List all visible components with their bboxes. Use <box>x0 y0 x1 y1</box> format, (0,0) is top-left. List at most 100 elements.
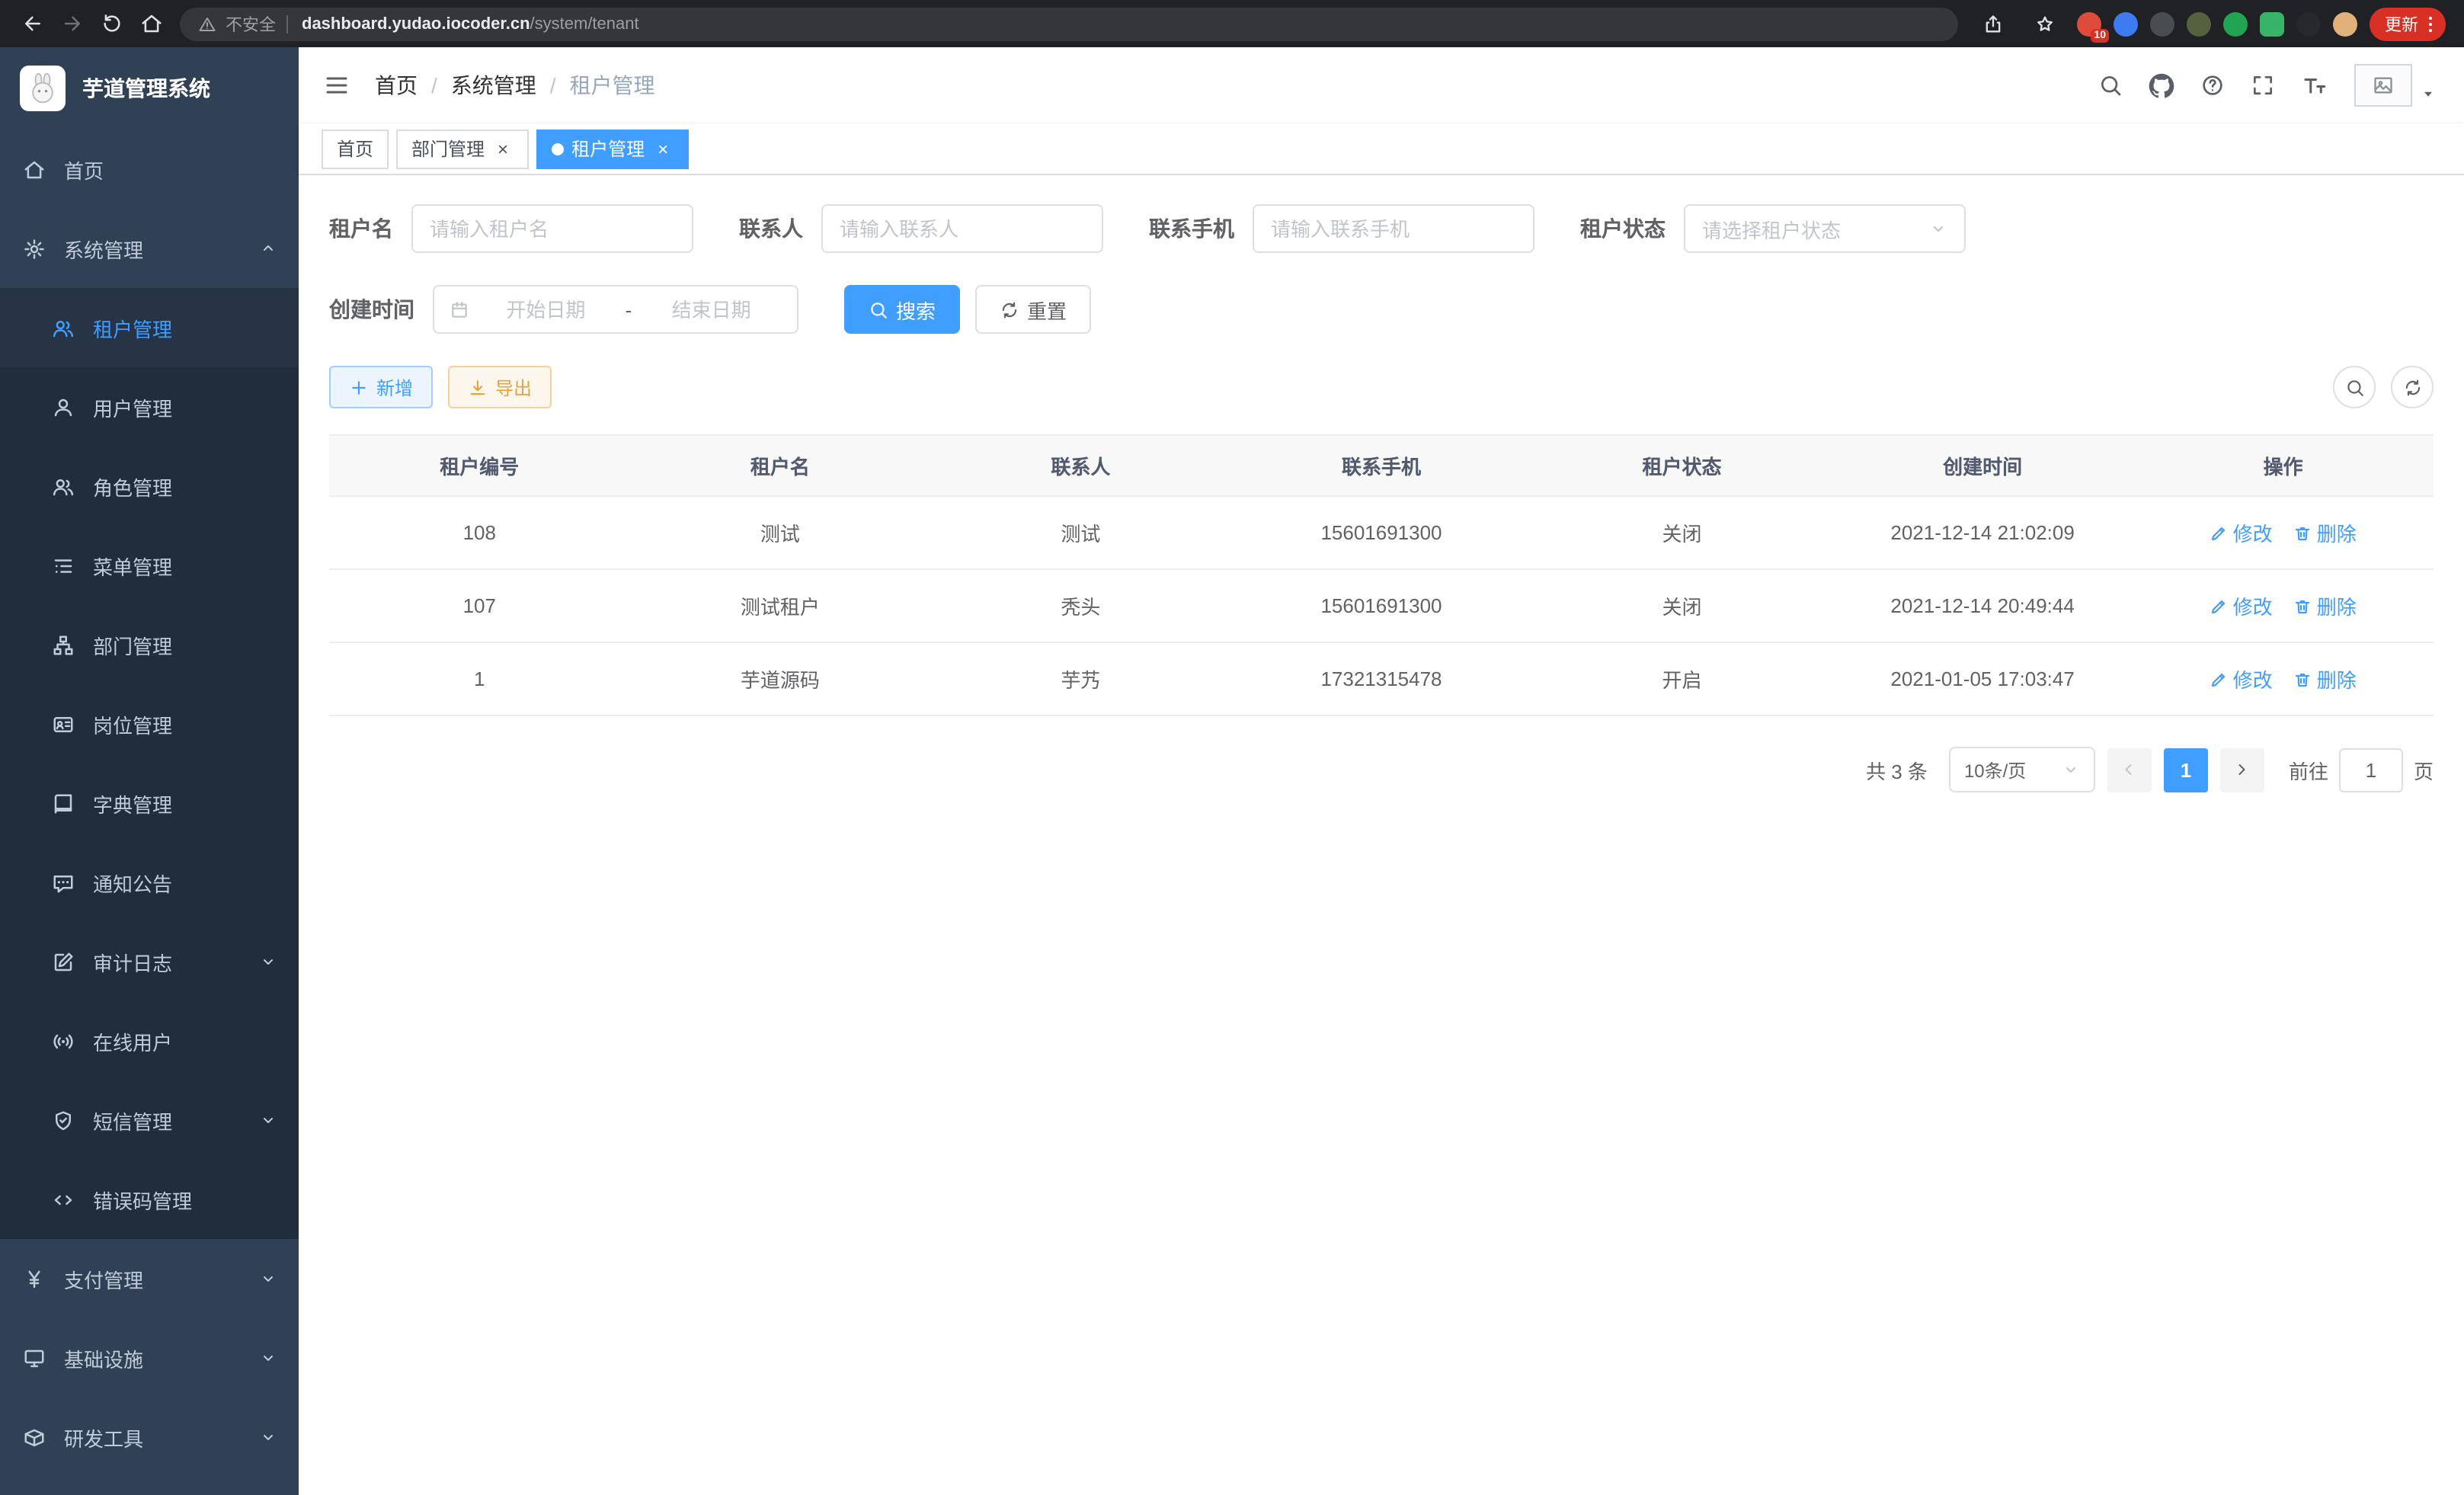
cell-id: 1 <box>329 642 630 715</box>
cell-contact: 芋艿 <box>930 642 1231 715</box>
sidebar: 芋道管理系统 首页 系统管理 租户管理 用户管理 <box>0 47 299 1495</box>
close-icon[interactable]: × <box>492 138 514 159</box>
tab-tenant[interactable]: 租户管理 × <box>536 129 689 168</box>
breadcrumb-system[interactable]: 系统管理 <box>451 70 536 101</box>
breadcrumb-home[interactable]: 首页 <box>375 70 418 101</box>
browser-reload-button[interactable] <box>91 4 131 43</box>
browser-back-button[interactable] <box>12 4 52 43</box>
toggle-search-button[interactable] <box>2333 366 2376 408</box>
tab-home[interactable]: 首页 <box>322 129 389 168</box>
sidebar-item-tenant[interactable]: 租户管理 <box>0 288 299 367</box>
sidebar-item-user[interactable]: 用户管理 <box>0 367 299 447</box>
caret-down-icon <box>2420 85 2437 101</box>
extension-icon-5[interactable] <box>2223 11 2248 36</box>
page-number-1[interactable]: 1 <box>2164 748 2208 792</box>
filter-create-time: 创建时间 - <box>329 285 798 334</box>
sidebar-toggle-button[interactable] <box>323 72 350 99</box>
toolbox-icon <box>23 1426 46 1449</box>
menu-list-icon <box>52 554 75 577</box>
goto-page-input[interactable] <box>2339 748 2403 792</box>
bookmark-star-button[interactable] <box>2025 4 2065 43</box>
contact-input[interactable] <box>840 217 1085 240</box>
search-button[interactable]: 搜索 <box>844 285 960 334</box>
extension-icon-1[interactable]: 10 <box>2077 11 2101 36</box>
sidebar-item-audit-log[interactable]: 审计日志 <box>0 922 299 1001</box>
export-button[interactable]: 导出 <box>448 366 552 408</box>
tab-dept[interactable]: 部门管理 × <box>396 129 529 168</box>
docs-help-button[interactable] <box>2200 73 2225 98</box>
sidebar-item-system[interactable]: 系统管理 <box>0 209 299 288</box>
profile-avatar-icon[interactable] <box>2333 11 2357 36</box>
tenant-table: 租户编号 租户名 联系人 联系手机 租户状态 创建时间 操作 108 测试 <box>329 434 2434 716</box>
cell-status: 开启 <box>1531 642 1832 715</box>
sidebar-item-error-code[interactable]: 错误码管理 <box>0 1160 299 1239</box>
cell-contact: 秃头 <box>930 569 1231 642</box>
pagination: 共 3 条 10条/页 1 前往 页 <box>329 747 2434 792</box>
delete-link[interactable]: 删除 <box>2294 664 2357 693</box>
pagination-goto: 前往 页 <box>2289 748 2434 792</box>
edit-log-icon <box>52 950 75 973</box>
sidebar-item-online-user[interactable]: 在线用户 <box>0 1001 299 1080</box>
edit-link[interactable]: 修改 <box>2210 664 2273 693</box>
sidebar-item-devtools[interactable]: 研发工具 <box>0 1397 299 1477</box>
app-body: 芋道管理系统 首页 系统管理 租户管理 用户管理 <box>0 47 2464 1495</box>
sidebar-item-menu[interactable]: 菜单管理 <box>0 526 299 605</box>
status-select[interactable]: 请选择租户状态 <box>1684 204 1966 253</box>
org-tree-icon <box>52 633 75 656</box>
extension-icon-3[interactable] <box>2150 11 2174 36</box>
tags-view: 首页 部门管理 × 租户管理 × <box>299 123 2464 175</box>
delete-link[interactable]: 删除 <box>2294 591 2357 620</box>
date-range-picker[interactable]: - <box>433 285 798 334</box>
browser-forward-button[interactable] <box>52 4 91 43</box>
sidebar-item-role[interactable]: 角色管理 <box>0 447 299 526</box>
extension-icon-7[interactable] <box>2296 11 2321 36</box>
address-bar[interactable]: 不安全 dashboard.yudao.iocoder.cn /system/t… <box>180 7 1958 40</box>
header-search-button[interactable] <box>2098 73 2123 98</box>
address-separator <box>286 14 288 33</box>
sidebar-item-dept[interactable]: 部门管理 <box>0 605 299 684</box>
col-header-actions: 操作 <box>2133 435 2434 496</box>
browser-update-button[interactable]: 更新 <box>2370 7 2446 40</box>
share-button[interactable] <box>1973 4 2013 43</box>
update-label: 更新 <box>2385 11 2418 36</box>
page-size-select[interactable]: 10条/页 <box>1949 747 2095 792</box>
browser-home-button[interactable] <box>131 4 171 43</box>
sidebar-item-infra[interactable]: 基础设施 <box>0 1318 299 1397</box>
sidebar-item-pay[interactable]: 支付管理 <box>0 1239 299 1318</box>
add-button[interactable]: 新增 <box>329 366 433 408</box>
refresh-table-button[interactable] <box>2391 366 2434 408</box>
edit-link[interactable]: 修改 <box>2210 518 2273 547</box>
extension-icon-2[interactable] <box>2114 11 2138 36</box>
delete-link[interactable]: 删除 <box>2294 518 2357 547</box>
sidebar-item-home[interactable]: 首页 <box>0 130 299 209</box>
date-end-input[interactable] <box>641 298 782 321</box>
font-size-button[interactable] <box>2301 72 2328 99</box>
phone-input[interactable] <box>1271 217 1516 240</box>
col-header-created: 创建时间 <box>1832 435 2133 496</box>
fullscreen-button[interactable] <box>2251 73 2275 98</box>
edit-link[interactable]: 修改 <box>2210 591 2273 620</box>
date-start-input[interactable] <box>475 298 616 321</box>
warning-icon <box>198 14 216 33</box>
extension-icon-4[interactable] <box>2187 11 2211 36</box>
sidebar-item-notice[interactable]: 通知公告 <box>0 843 299 922</box>
app-logo[interactable]: 芋道管理系统 <box>0 47 299 130</box>
next-page-button[interactable] <box>2220 748 2264 792</box>
breadcrumb-separator: / <box>550 73 556 98</box>
sidebar-item-post[interactable]: 岗位管理 <box>0 684 299 764</box>
prev-page-button[interactable] <box>2107 748 2152 792</box>
tenant-name-input[interactable] <box>430 217 675 240</box>
user-avatar-menu[interactable] <box>2354 64 2437 107</box>
extension-icon-6[interactable] <box>2260 11 2284 36</box>
col-header-name: 租户名 <box>630 435 931 496</box>
main-area: 首页 / 系统管理 / 租户管理 <box>299 47 2464 1495</box>
sidebar-item-sms[interactable]: 短信管理 <box>0 1080 299 1160</box>
sidebar-item-dict[interactable]: 字典管理 <box>0 764 299 843</box>
close-icon[interactable]: × <box>652 138 674 159</box>
github-button[interactable] <box>2149 72 2174 98</box>
refresh-icon <box>1000 299 1019 319</box>
chevron-down-icon <box>259 1269 277 1288</box>
trash-icon <box>2294 597 2312 615</box>
security-label[interactable]: 不安全 <box>226 11 276 36</box>
reset-button[interactable]: 重置 <box>975 285 1091 334</box>
